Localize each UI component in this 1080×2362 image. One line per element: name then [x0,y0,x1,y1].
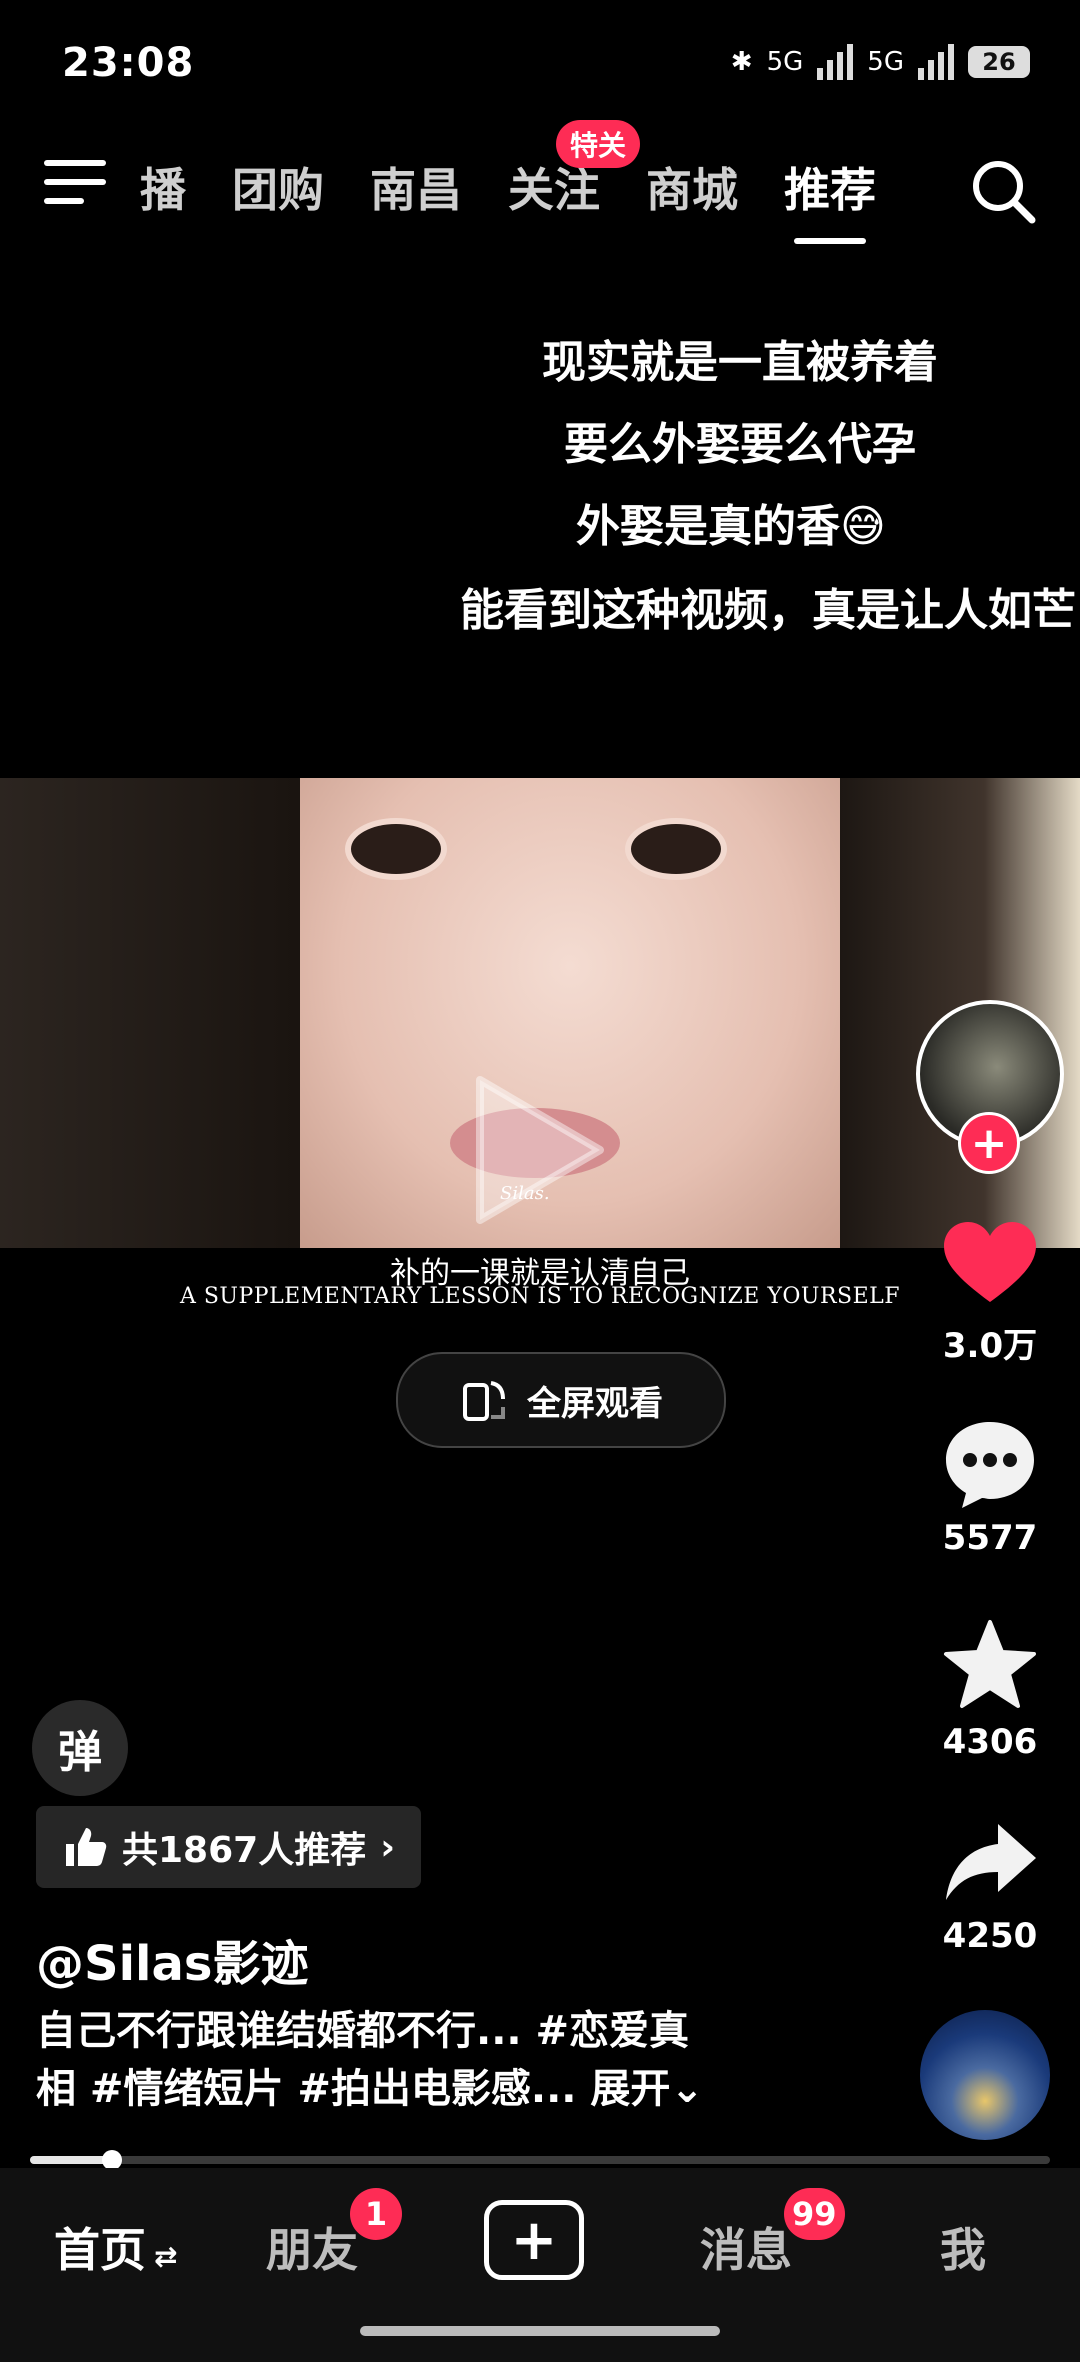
expand-button[interactable]: 展开⌄ [590,2066,704,2112]
top-nav: 播 团购 南昌 关注 特关 商城 推荐 [0,120,1080,248]
swap-icon: ⇄ [154,2240,178,2273]
tab-following[interactable]: 关注 特关 [508,120,641,220]
recommend-count-button[interactable]: 共1867人推荐 › [36,1806,422,1888]
follow-plus-icon[interactable]: + [958,1112,1020,1174]
favorite-count: 4306 [942,1722,1038,1762]
video-description: 自己不行跟谁结婚都不行... #恋爱真 相 #情绪短片 #拍出电影感... 展开… [36,2002,796,2118]
expand-label: 展开 [590,2066,671,2112]
signal-icon [918,44,954,80]
tab-nanchang[interactable]: 南昌 [370,154,462,220]
author-name[interactable]: @Silas影迹 [36,1924,308,1994]
share-count: 4250 [942,1916,1038,1956]
nav-me[interactable]: 我 [940,2214,986,2280]
status-bar: 23:08 ✱ 5G 5G 26 [0,0,1080,130]
description-line-1: 自己不行跟谁结婚都不行... #恋爱真 [36,2008,690,2054]
network-label-1: 5G [766,47,804,77]
top-tabs: 播 团购 南昌 关注 特关 商城 推荐 [140,120,876,244]
status-time: 23:08 [62,40,195,86]
tab-live[interactable]: 播 [140,154,186,220]
chevron-right-icon: › [380,1826,396,1868]
network-label-2: 5G [867,47,904,77]
caption-line: 现实就是一直被养着 [542,337,938,388]
menu-icon[interactable] [44,160,106,216]
nav-home[interactable]: 首页 ⇄ [54,2214,177,2280]
comment-icon[interactable] [940,1414,1040,1514]
fullscreen-button[interactable]: 全屏观看 [396,1352,726,1448]
progress-fill [30,2156,112,2164]
chevron-down-icon: ⌄ [670,2066,704,2112]
tab-group-buy[interactable]: 团购 [232,154,324,220]
search-icon[interactable] [968,156,1038,226]
messages-badge: 99 [784,2188,845,2240]
home-indicator[interactable] [360,2326,720,2336]
like-count: 3.0万 [942,1326,1038,1366]
friends-badge: 1 [350,2188,402,2240]
progress-handle[interactable] [101,2150,122,2170]
caption-line: 能看到这种视频，真是让人如芒 [460,585,1076,636]
battery-indicator: 26 [968,46,1030,78]
play-icon[interactable] [460,1060,620,1240]
danmaku-button[interactable]: 弹 [32,1700,128,1796]
signal-icon [817,44,854,80]
favorite-star-icon[interactable] [940,1616,1040,1716]
share-icon[interactable] [940,1814,1040,1914]
tab-recommend[interactable]: 推荐 [784,154,876,244]
nav-messages[interactable]: 消息 [700,2214,792,2280]
music-disc-icon[interactable] [920,2010,1050,2140]
status-icons: ✱ 5G 5G 26 [731,44,1030,80]
special-follow-badge: 特关 [556,120,641,168]
video-progress-bar[interactable] [30,2150,1050,2170]
video-subtitle-en: A SUPPLEMENTARY LESSON IS TO RECOGNIZE Y… [179,1284,901,1309]
create-post-button[interactable]: + [484,2200,584,2280]
rotate-screen-icon [463,1381,505,1421]
bluetooth-icon: ✱ [730,47,753,77]
tab-mall[interactable]: 商城 [646,154,738,220]
description-line-2: 相 #情绪短片 #拍出电影感... [36,2066,577,2112]
fullscreen-label: 全屏观看 [527,1383,663,1424]
nav-home-label: 首页 [54,2223,146,2277]
nav-friends[interactable]: 朋友 [266,2214,358,2280]
recommend-count-label: 共1867人推荐 [122,1830,367,1871]
caption-line: 要么外娶要么代孕 [564,419,916,470]
thumbs-up-icon [66,1828,107,1866]
comment-count: 5577 [942,1518,1038,1558]
tab-following-label: 关注 [508,163,600,217]
like-heart-icon[interactable] [940,1214,1040,1314]
caption-line: 外娶是真的香😅 [576,501,886,552]
